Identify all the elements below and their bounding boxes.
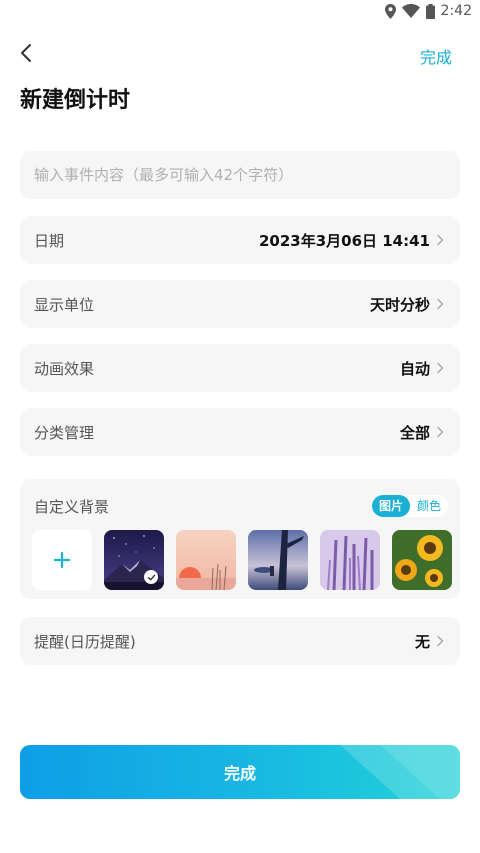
tab-color[interactable]: 颜色 (410, 495, 448, 517)
reminder-value: 无 (414, 632, 430, 651)
background-type-toggle: 图片 颜色 (371, 495, 448, 517)
animation-value: 自动 (399, 359, 430, 378)
done-button-label: 完成 (223, 764, 256, 783)
date-row[interactable]: 日期 2023年3月06日 14:41 (20, 216, 460, 264)
wifi-icon (401, 4, 420, 18)
reminder-label: 提醒(日历提醒) (34, 632, 136, 651)
animation-value-group: 自动 (400, 358, 444, 379)
custom-background-label: 自定义背景 (34, 497, 110, 516)
plus-icon (53, 551, 71, 569)
display-unit-label: 显示单位 (34, 295, 95, 314)
category-label: 分类管理 (34, 423, 95, 442)
category-value-group: 全部 (400, 422, 444, 443)
back-button[interactable] (14, 40, 38, 66)
background-thumbnails (20, 517, 460, 590)
display-unit-value-group: 天时分秒 (370, 294, 444, 315)
reminder-row[interactable]: 提醒(日历提醒) 无 (20, 617, 460, 665)
date-value-group: 2023年3月06日 14:41 (259, 230, 444, 251)
status-bar: 2:42 (0, 0, 480, 26)
event-input[interactable] (20, 151, 460, 199)
chevron-right-icon (437, 234, 444, 246)
background-thumbnail-sunset-grass[interactable] (176, 530, 236, 590)
sunflowers-image (392, 530, 452, 590)
sunset-grass-image (176, 530, 236, 590)
display-unit-value: 天时分秒 (369, 295, 430, 314)
button-shine-decoration (340, 745, 460, 799)
chevron-right-icon (437, 635, 444, 647)
background-thumbnail-purple-lavender[interactable] (320, 530, 380, 590)
chevron-left-icon (21, 44, 31, 62)
chevron-right-icon (437, 298, 444, 310)
background-thumbnail-sunflowers[interactable] (392, 530, 452, 590)
status-icons: 2:42 (384, 3, 472, 19)
selected-check-icon (144, 570, 158, 584)
battery-icon (425, 3, 435, 19)
location-icon (384, 3, 396, 19)
done-button[interactable]: 完成 (20, 745, 460, 799)
date-label: 日期 (34, 231, 65, 250)
page-title: 新建倒计时 (20, 88, 131, 113)
add-background-button[interactable] (32, 530, 92, 590)
purple-lavender-image (320, 530, 380, 590)
anime-tree-lake-image (248, 530, 308, 590)
reminder-value-group: 无 (415, 631, 444, 652)
animation-label: 动画效果 (34, 359, 95, 378)
background-thumbnail-anime-tree-lake[interactable] (248, 530, 308, 590)
animation-row[interactable]: 动画效果 自动 (20, 344, 460, 392)
chevron-right-icon (437, 362, 444, 374)
display-unit-row[interactable]: 显示单位 天时分秒 (20, 280, 460, 328)
tab-image[interactable]: 图片 (371, 495, 410, 517)
custom-background-card: 自定义背景 图片 颜色 (20, 479, 460, 599)
category-value: 全部 (399, 423, 430, 442)
date-value: 2023年3月06日 14:41 (258, 231, 430, 250)
background-thumbnail-starry-mountain[interactable] (104, 530, 164, 590)
category-row[interactable]: 分类管理 全部 (20, 408, 460, 456)
status-time: 2:42 (440, 3, 472, 19)
chevron-right-icon (437, 426, 444, 438)
header-done-button[interactable]: 完成 (420, 44, 452, 68)
